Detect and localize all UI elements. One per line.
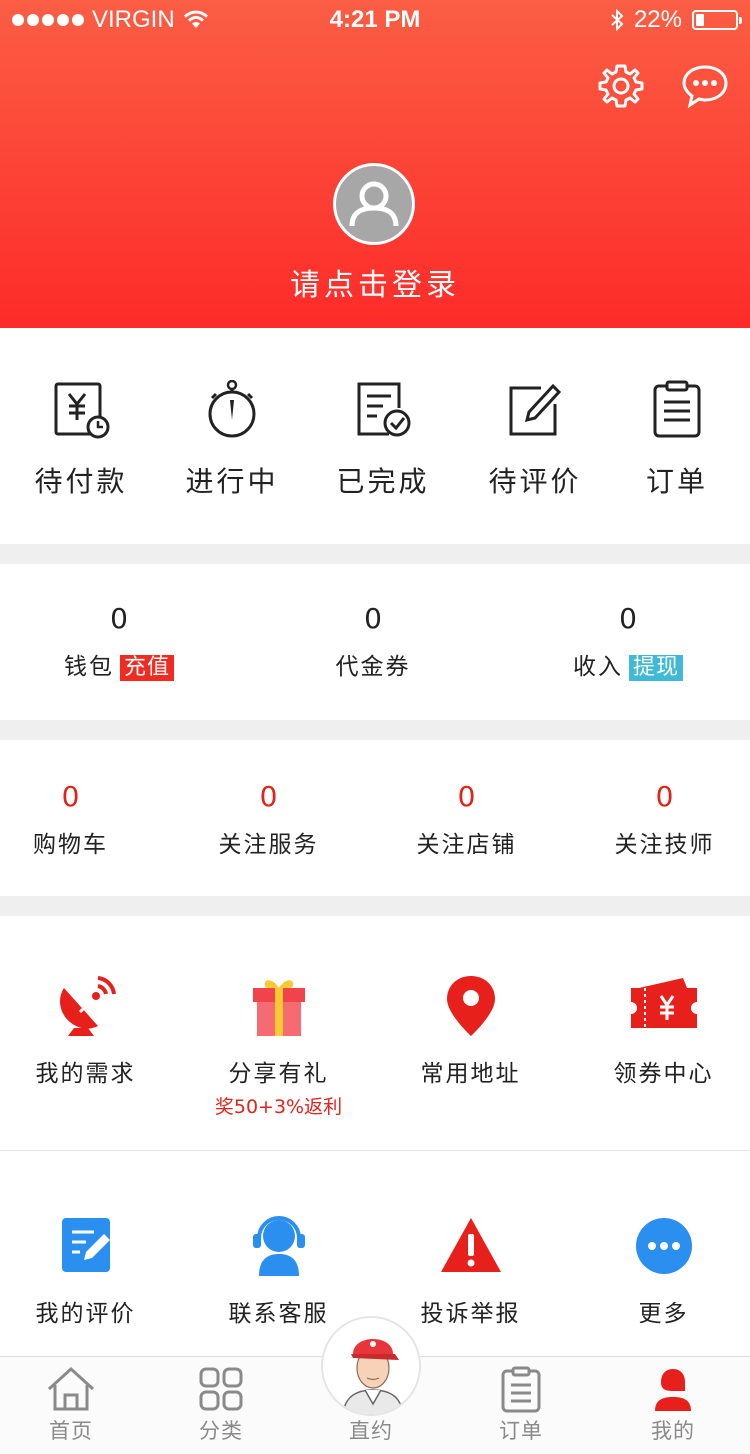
recharge-badge[interactable]: 充值: [119, 655, 174, 681]
share-rewards-promo: 奖50+3%返利: [214, 1096, 343, 1118]
order-list-icon: [501, 1366, 541, 1413]
location-pin-icon: [446, 976, 495, 1036]
satellite-dish-icon: [59, 976, 116, 1036]
login-prompt[interactable]: 请点击登录: [0, 260, 750, 304]
payment-pending-icon: [54, 382, 110, 439]
user-avatar[interactable]: [333, 163, 415, 245]
completed-doc-icon: [357, 382, 411, 437]
complaint-report[interactable]: 投诉举报: [377, 1214, 564, 1328]
row-divider: [0, 1150, 750, 1151]
income-balance[interactable]: 0 收入 提现: [503, 602, 750, 681]
technician-avatar[interactable]: [321, 1316, 421, 1416]
tab-categories[interactable]: 分类: [146, 1357, 296, 1454]
profile-header: VIRGIN 4:21 PM 22% 请点击登录: [0, 0, 750, 328]
shopping-cart-count[interactable]: 0 购物车: [0, 780, 164, 859]
review-note-icon: [61, 1218, 110, 1272]
warning-icon: [440, 1218, 501, 1272]
my-reviews[interactable]: 我的评价: [0, 1214, 179, 1328]
coupon-center[interactable]: 领券中心: [570, 974, 750, 1088]
withdraw-badge[interactable]: 提现: [628, 655, 683, 681]
profile-icon: [655, 1369, 691, 1411]
order-status-row: 待付款 进行中 已完成 待评价 订单: [0, 328, 750, 544]
tab-orders[interactable]: 订单: [446, 1357, 596, 1454]
section-divider: [0, 544, 750, 564]
followed-shops-count[interactable]: 0 关注店铺: [373, 780, 560, 859]
grid-icon: [199, 1367, 243, 1411]
order-completed[interactable]: 已完成: [308, 380, 458, 500]
settings-gear-icon[interactable]: [597, 62, 645, 110]
contact-support[interactable]: 联系客服: [185, 1214, 372, 1328]
order-pending-payment[interactable]: 待付款: [6, 380, 156, 500]
home-icon: [47, 1366, 95, 1411]
customer-service-icon: [252, 1216, 305, 1276]
section-divider: [0, 896, 750, 916]
bluetooth-icon: [611, 8, 624, 32]
tab-profile[interactable]: 我的: [598, 1357, 748, 1454]
order-in-progress[interactable]: 进行中: [157, 380, 307, 500]
tab-home[interactable]: 首页: [0, 1357, 146, 1454]
gift-icon: [252, 980, 305, 1036]
clipboard-icon: [653, 380, 701, 438]
voucher-count[interactable]: 0 代金券: [248, 602, 498, 681]
wallet-row: 0 钱包 充值 0 代金券 0 收入 提现: [0, 564, 750, 720]
battery-icon: [692, 10, 742, 30]
stopwatch-icon: [208, 380, 256, 438]
more-icon: [635, 1218, 692, 1274]
more-services[interactable]: 更多: [570, 1214, 750, 1328]
share-rewards[interactable]: 分享有礼 奖50+3%返利: [185, 974, 372, 1119]
coupon-icon: [630, 978, 697, 1028]
my-requests[interactable]: 我的需求: [0, 974, 179, 1088]
services-grid: 我的需求 分享有礼 奖50+3%返利 常用地址 领券中心 我的评价 联系客服 投…: [0, 916, 750, 1356]
section-divider: [0, 720, 750, 740]
status-bar: VIRGIN 4:21 PM 22%: [0, 0, 750, 40]
saved-addresses[interactable]: 常用地址: [377, 974, 564, 1088]
followed-technicians-count[interactable]: 0 关注技师: [571, 780, 750, 859]
edit-review-icon: [509, 383, 562, 436]
wallet-balance[interactable]: 0 钱包 充值: [0, 602, 244, 681]
battery-percent: 22%: [633, 6, 682, 33]
order-all[interactable]: 订单: [602, 380, 750, 500]
message-bubble-icon[interactable]: [680, 62, 730, 110]
followed-services-count[interactable]: 0 关注服务: [175, 780, 362, 859]
order-pending-review[interactable]: 待评价: [460, 380, 610, 500]
favorites-row: 0 购物车 0 关注服务 0 关注店铺 0 关注技师: [0, 740, 750, 896]
